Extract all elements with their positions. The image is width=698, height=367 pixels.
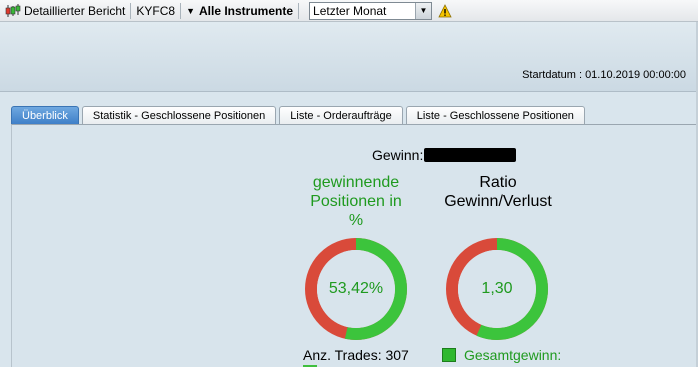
winning-positions-title: gewinnende Positionen in % bbox=[296, 173, 416, 230]
period-select[interactable]: Letzter Monat ▼ bbox=[309, 1, 433, 20]
detail-report-label: Detaillierter Bericht bbox=[24, 3, 126, 18]
tab-list-orders[interactable]: Liste - Orderaufträge bbox=[279, 106, 403, 124]
ratio-title: Ratio Gewinn/Verlust bbox=[438, 173, 558, 211]
tab-list-closed-positions[interactable]: Liste - Geschlossene Positionen bbox=[405, 106, 585, 124]
candlestick-chart-icon bbox=[5, 3, 21, 18]
period-select-value: Letzter Monat bbox=[313, 3, 387, 18]
detail-report-button[interactable]: Detaillierter Bericht bbox=[0, 0, 130, 22]
green-legend-square-icon bbox=[442, 348, 456, 362]
header-band bbox=[0, 22, 698, 92]
ratio-title-line: Gewinn/Verlust bbox=[444, 193, 552, 210]
redacted-value bbox=[424, 148, 517, 162]
ratio-donut: 1,30 bbox=[445, 237, 549, 341]
winning-positions-title-line: % bbox=[348, 212, 364, 229]
chevron-down-icon[interactable]: ▼ bbox=[415, 2, 432, 19]
tab-overview[interactable]: Überblick bbox=[11, 106, 79, 124]
toolbar-divider bbox=[298, 2, 300, 19]
account-selector[interactable]: KYFC8 bbox=[131, 0, 180, 22]
winning-positions-donut: 53,42% bbox=[304, 237, 408, 341]
trade-count: Anz. Trades: 307 bbox=[303, 347, 409, 363]
instruments-label: Alle Instrumente bbox=[198, 3, 294, 18]
profit-label: Gewinn: bbox=[372, 147, 424, 163]
ratio-value: 1,30 bbox=[481, 280, 513, 297]
profit-row: Gewinn: bbox=[372, 147, 517, 163]
warning-icon[interactable] bbox=[438, 3, 452, 18]
caret-down-icon: ▼ bbox=[186, 5, 195, 16]
start-date: Startdatum : 01.10.2019 00:00:00 bbox=[522, 69, 686, 81]
account-label: KYFC8 bbox=[136, 3, 176, 18]
total-profit-label: Gesamtgewinn: bbox=[464, 347, 562, 363]
instruments-dropdown[interactable]: ▼ Alle Instrumente bbox=[181, 0, 298, 22]
ratio-title-line: Ratio bbox=[479, 174, 517, 191]
winning-positions-title-line: Positionen in bbox=[310, 193, 402, 210]
winning-positions-title-line: gewinnende bbox=[312, 174, 400, 191]
tab-statistics-closed-positions[interactable]: Statistik - Geschlossene Positionen bbox=[81, 106, 277, 124]
total-profit-row: Gesamtgewinn: bbox=[442, 347, 561, 363]
toolbar: Detaillierter Bericht KYFC8 ▼ Alle Instr… bbox=[0, 0, 698, 22]
winning-positions-value: 53,42% bbox=[328, 280, 384, 297]
tab-bar: Überblick Statistik - Geschlossene Posit… bbox=[11, 106, 588, 124]
